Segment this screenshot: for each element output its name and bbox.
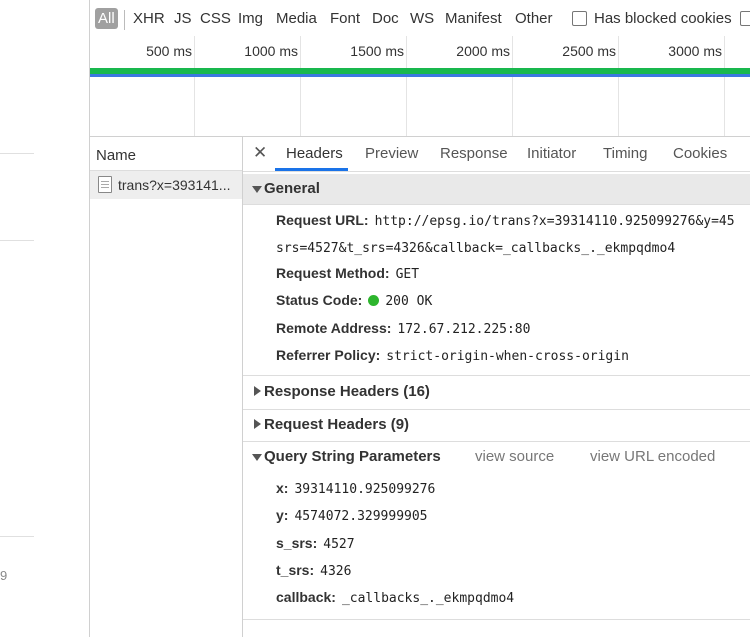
- document-icon: [98, 176, 112, 193]
- left-divider: [0, 536, 34, 537]
- request-headers-section-header[interactable]: Request Headers (9): [243, 410, 750, 440]
- request-url-continuation: srs=4527&t_srs=4326&callback=_callbacks_…: [276, 239, 675, 256]
- tab-timing[interactable]: Timing: [603, 145, 647, 162]
- request-method-value: GET: [395, 267, 420, 282]
- blocked-cookies-label[interactable]: Has blocked cookies: [594, 10, 732, 27]
- timeline-tick-label: 2500 ms: [562, 43, 616, 59]
- collapsed-triangle-icon: [254, 386, 261, 396]
- request-details: ✕ Headers Preview Response Initiator Tim…: [243, 137, 750, 637]
- query-params-section-header[interactable]: Query String Parameters view source view…: [243, 442, 750, 472]
- section-divider: [243, 375, 750, 376]
- query-param-row: t_srs: 4326: [276, 562, 351, 579]
- param-key: callback:: [276, 589, 336, 605]
- timeline-gridline: [300, 36, 301, 136]
- param-value: 4527: [323, 537, 355, 552]
- timeline-gridline: [618, 36, 619, 136]
- request-method-row: Request Method: GET: [276, 265, 419, 282]
- timeline-overview[interactable]: 500 ms 1000 ms 1500 ms 2000 ms 2500 ms 3…: [90, 36, 750, 136]
- filter-other[interactable]: Other: [515, 10, 553, 27]
- collapsed-triangle-icon: [254, 419, 261, 429]
- general-section-header[interactable]: General: [243, 174, 750, 205]
- timeline-tick-label: 2000 ms: [456, 43, 510, 59]
- response-headers-section-header[interactable]: Response Headers (16): [243, 377, 750, 407]
- referrer-policy-label: Referrer Policy:: [276, 347, 381, 363]
- timeline-tick-label: 1000 ms: [244, 43, 298, 59]
- timeline-gridline: [406, 36, 407, 136]
- remote-address-label: Remote Address:: [276, 320, 392, 336]
- name-column-header[interactable]: Name: [96, 147, 136, 164]
- request-url-value: http://epsg.io/trans?x=39314110.92509927…: [374, 214, 735, 229]
- expand-triangle-icon: [252, 186, 262, 193]
- response-headers-title: Response Headers (16): [264, 383, 430, 400]
- request-url-value-wrap: srs=4527&t_srs=4326&callback=_callbacks_…: [276, 241, 676, 256]
- filter-doc[interactable]: Doc: [372, 10, 399, 27]
- active-tab-indicator: [275, 168, 348, 171]
- request-row[interactable]: trans?x=393141...: [90, 171, 242, 199]
- param-key: t_srs:: [276, 562, 315, 578]
- tab-initiator[interactable]: Initiator: [527, 145, 576, 162]
- details-tab-bar: ✕ Headers Preview Response Initiator Tim…: [243, 137, 750, 172]
- param-key: y:: [276, 507, 289, 523]
- tab-preview[interactable]: Preview: [365, 145, 418, 162]
- status-code-row: Status Code: 200 OK: [276, 292, 432, 309]
- param-key: s_srs:: [276, 535, 318, 551]
- query-param-row: s_srs: 4527: [276, 535, 355, 552]
- view-source-link[interactable]: view source: [475, 448, 554, 465]
- param-value: 39314110.925099276: [294, 482, 436, 497]
- timeline-tick-label: 3000 ms: [668, 43, 722, 59]
- status-code-value: 200 OK: [385, 294, 433, 309]
- request-url-row: Request URL: http://epsg.io/trans?x=39314…: [276, 212, 735, 229]
- query-param-row: y: 4574072.329999905: [276, 507, 428, 524]
- tab-cookies[interactable]: Cookies: [673, 145, 727, 162]
- param-value: _callbacks_._ekmpqdmo4: [341, 591, 515, 606]
- timeline-load-bar: [90, 74, 750, 77]
- filter-img[interactable]: Img: [238, 10, 263, 27]
- left-divider: [0, 153, 34, 154]
- left-fragment-text: 9: [0, 568, 8, 583]
- filter-media[interactable]: Media: [276, 10, 317, 27]
- timeline-tick-label: 500 ms: [146, 43, 192, 59]
- blocked-requests-checkbox[interactable]: [740, 11, 750, 26]
- referrer-policy-value: strict-origin-when-cross-origin: [386, 349, 629, 364]
- view-url-encoded-link[interactable]: view URL encoded: [590, 448, 715, 465]
- param-key: x:: [276, 480, 289, 496]
- query-param-row: x: 39314110.925099276: [276, 480, 435, 497]
- request-method-label: Request Method:: [276, 265, 390, 281]
- status-ok-icon: [368, 295, 380, 306]
- tab-response[interactable]: Response: [440, 145, 508, 162]
- filter-xhr[interactable]: XHR: [133, 10, 165, 27]
- general-title: General: [264, 180, 320, 197]
- left-panel: [0, 0, 89, 637]
- filter-ws[interactable]: WS: [410, 10, 434, 27]
- filter-manifest[interactable]: Manifest: [445, 10, 502, 27]
- close-icon[interactable]: ✕: [253, 143, 267, 163]
- tab-headers[interactable]: Headers: [286, 145, 343, 162]
- query-params-title: Query String Parameters: [264, 448, 441, 465]
- query-param-row: callback: _callbacks_._ekmpqdmo4: [276, 589, 514, 606]
- timeline-tick-label: 1500 ms: [350, 43, 404, 59]
- param-value: 4326: [320, 564, 352, 579]
- expand-triangle-icon: [252, 454, 262, 461]
- filter-js[interactable]: JS: [174, 10, 192, 27]
- timeline-gridline: [194, 36, 195, 136]
- referrer-policy-row: Referrer Policy: strict-origin-when-cross…: [276, 347, 629, 364]
- request-list: Name trans?x=393141...: [90, 137, 243, 637]
- remote-address-value: 172.67.212.225:80: [397, 322, 531, 337]
- filter-font[interactable]: Font: [330, 10, 360, 27]
- timeline-gridline: [512, 36, 513, 136]
- timeline-gridline: [724, 36, 725, 136]
- request-name: trans?x=393141...: [118, 177, 231, 193]
- filter-separator: [124, 10, 125, 30]
- filter-all[interactable]: All: [95, 8, 118, 29]
- filter-bar: All XHR JS CSS Img Media Font Doc WS Man…: [90, 0, 750, 37]
- param-value: 4574072.329999905: [294, 509, 428, 524]
- request-headers-title: Request Headers (9): [264, 416, 410, 433]
- left-divider: [0, 240, 34, 241]
- filter-css[interactable]: CSS: [200, 10, 231, 27]
- status-code-label: Status Code:: [276, 292, 363, 308]
- request-url-label: Request URL:: [276, 212, 369, 228]
- blocked-cookies-checkbox[interactable]: [572, 11, 587, 26]
- section-divider: [243, 619, 750, 620]
- remote-address-row: Remote Address: 172.67.212.225:80: [276, 320, 530, 337]
